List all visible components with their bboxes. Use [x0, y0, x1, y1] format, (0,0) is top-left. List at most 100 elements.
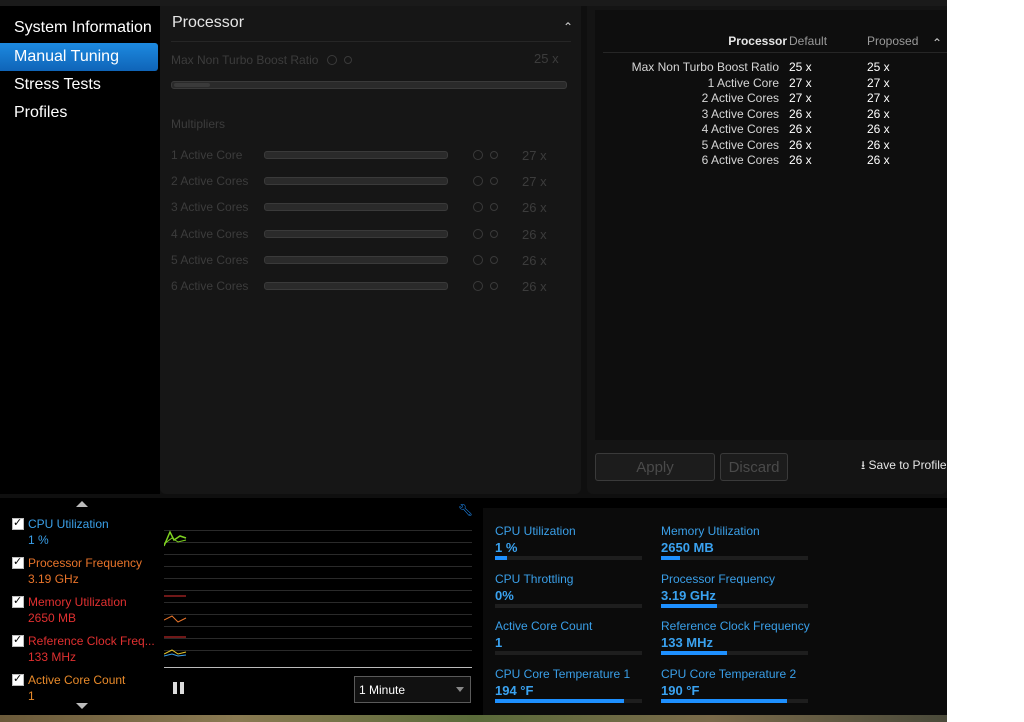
- summary-row: 6 Active Cores 26 x 26 x: [595, 153, 947, 167]
- monitor-active-core-count-label: Active Core Count: [28, 673, 126, 687]
- stat-core-temp-1-fill: [495, 699, 625, 703]
- stats-panel: [483, 508, 947, 715]
- summary-row-label: 5 Active Cores: [701, 138, 779, 152]
- stat-memory-utilization-bar: [661, 556, 808, 560]
- stat-reference-clock-fill: [661, 651, 728, 655]
- reset-icon[interactable]: [490, 151, 498, 159]
- multiplier-row: 3 Active Cores 26 x: [160, 200, 581, 215]
- multiplier-slider[interactable]: [264, 177, 448, 185]
- multiplier-slider[interactable]: [264, 203, 448, 211]
- summary-row-default: 27 x: [789, 91, 812, 105]
- stat-processor-frequency-bar: [661, 604, 808, 608]
- stat-cpu-utilization-bar: [495, 556, 642, 560]
- pause-icon[interactable]: [173, 682, 177, 694]
- summary-row-default: 26 x: [789, 107, 812, 121]
- info-icon[interactable]: [473, 255, 483, 265]
- chevron-down-icon: [456, 687, 464, 692]
- monitor-cpu-utilization-value: 1 %: [28, 533, 49, 547]
- info-icon[interactable]: [473, 176, 483, 186]
- stat-reference-clock-bar: [661, 651, 808, 655]
- multiplier-label: 6 Active Cores: [171, 279, 249, 293]
- multiplier-value: 26 x: [522, 227, 547, 242]
- processor-frequency-checkbox[interactable]: [12, 555, 24, 569]
- multiplier-value: 26 x: [522, 200, 547, 215]
- reset-icon[interactable]: [490, 282, 498, 290]
- stat-cpu-throttling-value: 0%: [495, 588, 514, 603]
- multiplier-value: 26 x: [522, 253, 547, 268]
- sidebar-item-stress-tests[interactable]: Stress Tests: [0, 71, 158, 99]
- header-proposed: Proposed: [867, 34, 919, 48]
- multiplier-slider[interactable]: [264, 151, 448, 159]
- save-to-profile-button[interactable]: ⭳ Save to Profile: [861, 456, 947, 477]
- chevron-up-icon[interactable]: ⌃: [932, 36, 942, 50]
- summary-table: Processor Default Proposed ⌃ Max Non Tur…: [595, 10, 947, 440]
- stat-active-core-count-bar: [495, 651, 642, 655]
- sidebar-item-manual-tuning[interactable]: Manual Tuning: [0, 43, 158, 71]
- summary-row: 3 Active Cores 26 x 26 x: [595, 107, 947, 121]
- info-icon[interactable]: [327, 55, 337, 65]
- summary-row-label: 2 Active Cores: [701, 91, 779, 105]
- info-icon[interactable]: [473, 202, 483, 212]
- discard-button[interactable]: Discard: [720, 453, 788, 481]
- info-icon[interactable]: [473, 150, 483, 160]
- summary-row-proposed: 25 x: [867, 60, 890, 74]
- monitor-graph: [164, 520, 472, 668]
- reset-icon[interactable]: [490, 177, 498, 185]
- scroll-up-arrow[interactable]: [76, 501, 88, 507]
- summary-row-proposed: 26 x: [867, 138, 890, 152]
- reset-icon[interactable]: [490, 203, 498, 211]
- stat-reference-clock-value: 133 MHz: [661, 635, 714, 650]
- multiplier-slider[interactable]: [264, 256, 448, 264]
- stat-cpu-utilization-value: 1 %: [495, 540, 518, 555]
- stat-core-temp-2-fill: [661, 699, 788, 703]
- chevron-up-icon[interactable]: ⌃: [563, 20, 573, 34]
- stat-core-temp-1-value: 194 °F: [495, 683, 534, 698]
- multiplier-label: 5 Active Cores: [171, 253, 249, 267]
- interval-select[interactable]: 1 Minute: [354, 676, 471, 703]
- reference-clock-checkbox[interactable]: [12, 633, 24, 647]
- stat-cpu-throttling-bar: [495, 604, 642, 608]
- apply-button[interactable]: Apply: [595, 453, 715, 481]
- stat-cpu-utilization-fill: [495, 556, 507, 560]
- active-core-count-checkbox[interactable]: [12, 672, 24, 686]
- stat-memory-utilization-fill: [661, 556, 681, 560]
- stat-cpu-throttling-label: CPU Throttling: [495, 572, 574, 586]
- processor-panel-title: Processor: [172, 14, 245, 31]
- monitor-reference-clock-value: 133 MHz: [28, 650, 77, 664]
- info-icon[interactable]: [473, 281, 483, 291]
- summary-row-proposed: 26 x: [867, 107, 890, 121]
- multiplier-slider[interactable]: [264, 282, 448, 290]
- monitor-active-core-count-value: 1: [28, 689, 35, 703]
- multiplier-row: 1 Active Core 27 x: [160, 148, 581, 163]
- sidebar-item-system-information[interactable]: System Information: [0, 14, 158, 42]
- summary-row-proposed: 27 x: [867, 91, 890, 105]
- wrench-icon[interactable]: 🔧︎: [458, 503, 473, 517]
- stat-core-temp-1-label: CPU Core Temperature 1: [495, 667, 631, 681]
- stat-cpu-utilization-label: CPU Utilization: [495, 524, 576, 538]
- memory-utilization-checkbox[interactable]: [12, 594, 24, 608]
- multiplier-label: 3 Active Cores: [171, 200, 249, 214]
- reset-icon[interactable]: [344, 56, 352, 64]
- sidebar-item-profiles[interactable]: Profiles: [0, 99, 158, 127]
- stat-processor-frequency-fill: [661, 604, 717, 608]
- reset-icon[interactable]: [490, 230, 498, 238]
- summary-row-default: 26 x: [789, 122, 812, 136]
- pause-icon-bar: [180, 682, 184, 694]
- summary-row-proposed: 27 x: [867, 76, 890, 90]
- reset-icon[interactable]: [490, 256, 498, 264]
- multiplier-slider[interactable]: [264, 230, 448, 238]
- summary-row-default: 27 x: [789, 76, 812, 90]
- stat-reference-clock-label: Reference Clock Frequency: [661, 619, 810, 633]
- max-non-turbo-slider[interactable]: [171, 81, 567, 89]
- summary-row-label: 3 Active Cores: [701, 107, 779, 121]
- info-icon[interactable]: [473, 229, 483, 239]
- multiplier-row: 6 Active Cores 26 x: [160, 279, 581, 294]
- summary-row: 5 Active Cores 26 x 26 x: [595, 138, 947, 152]
- summary-row-label: 1 Active Core: [707, 76, 779, 90]
- summary-row-proposed: 26 x: [867, 122, 890, 136]
- stat-active-core-count-value: 1: [495, 635, 503, 650]
- stat-processor-frequency-label: Processor Frequency: [661, 572, 776, 586]
- summary-row-label: Max Non Turbo Boost Ratio: [631, 60, 779, 74]
- cpu-utilization-checkbox[interactable]: [12, 516, 24, 530]
- scroll-down-arrow[interactable]: [76, 703, 88, 709]
